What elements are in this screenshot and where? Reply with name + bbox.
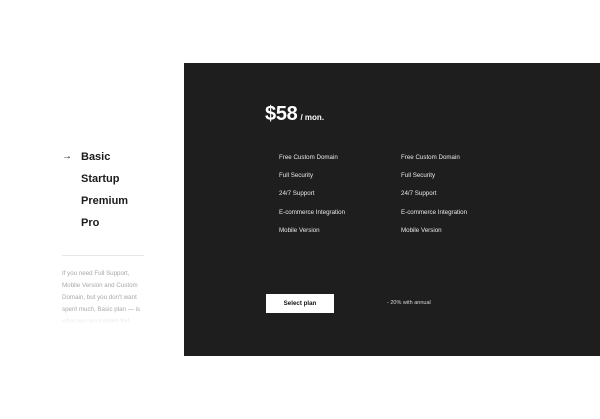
plan-item-startup[interactable]: Startup bbox=[62, 168, 128, 190]
plan-item-premium[interactable]: Premium bbox=[62, 190, 128, 212]
plan-price: $58/ mon. bbox=[265, 103, 324, 126]
plan-item-pro[interactable]: Pro bbox=[62, 212, 128, 234]
plan-item-label: Basic bbox=[81, 151, 111, 163]
plan-item-label: Pro bbox=[81, 217, 100, 229]
annual-discount-note: - 20% with annual bbox=[387, 300, 431, 306]
plan-item-label: Startup bbox=[81, 173, 120, 185]
plan-description: If you need Full Support, Mobile Version… bbox=[62, 268, 146, 324]
price-period: / mon. bbox=[300, 113, 325, 122]
select-plan-button[interactable]: Select plan bbox=[266, 294, 334, 313]
feature-list-right: Free Custom Domain Full Security 24/7 Su… bbox=[401, 149, 467, 240]
arrow-right-icon: → bbox=[62, 151, 72, 162]
feature-item: Mobile Version bbox=[401, 226, 442, 234]
plan-item-label: Premium bbox=[81, 195, 129, 207]
divider bbox=[62, 255, 144, 256]
plan-card: $58/ mon. Free Custom Domain Full Securi… bbox=[184, 63, 600, 356]
pricing-section: → Basic Startup Premium Pro If you need … bbox=[0, 0, 600, 419]
price-amount: $58 bbox=[265, 103, 298, 125]
feature-item: Full Security bbox=[401, 172, 436, 180]
feature-item: E-commerce Integration bbox=[279, 208, 346, 216]
feature-item: E-commerce Integration bbox=[401, 208, 468, 216]
feature-item: Mobile Version bbox=[279, 226, 320, 234]
feature-item: 24/7 Support bbox=[401, 190, 437, 198]
feature-list-left: Free Custom Domain Full Security 24/7 Su… bbox=[279, 149, 345, 240]
plan-selector: → Basic Startup Premium Pro bbox=[62, 146, 128, 234]
feature-item: 24/7 Support bbox=[279, 190, 315, 198]
feature-item: Free Custom Domain bbox=[401, 154, 460, 161]
feature-item: Full Security bbox=[279, 172, 314, 180]
feature-item: Free Custom Domain bbox=[279, 154, 338, 161]
plan-item-basic[interactable]: → Basic bbox=[62, 146, 128, 168]
